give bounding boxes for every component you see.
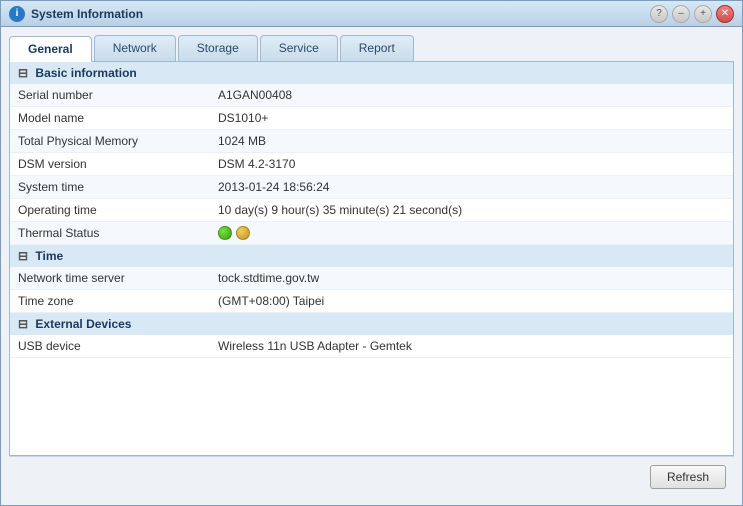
row-dsm-version: DSM version DSM 4.2-3170 xyxy=(10,153,733,176)
row-serial-number: Serial number A1GAN00408 xyxy=(10,84,733,107)
section-title-time: Time xyxy=(35,249,63,263)
value-serial-number: A1GAN00408 xyxy=(210,84,733,107)
label-model-name: Model name xyxy=(10,107,210,130)
value-usb-device: Wireless 11n USB Adapter - Gemtek xyxy=(210,335,733,358)
value-timezone: (GMT+08:00) Taipei xyxy=(210,290,733,313)
collapse-toggle-external[interactable]: ⊟ xyxy=(18,317,28,331)
thermal-indicator-green xyxy=(218,226,232,240)
help-button[interactable]: ? xyxy=(650,5,668,23)
tab-bar: General Network Storage Service Report xyxy=(9,35,734,61)
row-operating-time: Operating time 10 day(s) 9 hour(s) 35 mi… xyxy=(10,199,733,222)
row-model-name: Model name DS1010+ xyxy=(10,107,733,130)
maximize-button[interactable]: + xyxy=(694,5,712,23)
value-total-memory: 1024 MB xyxy=(210,130,733,153)
tab-report[interactable]: Report xyxy=(340,35,414,61)
tab-content-general: ⊟ Basic information Serial number A1GAN0… xyxy=(9,61,734,456)
tab-service[interactable]: Service xyxy=(260,35,338,61)
row-total-memory: Total Physical Memory 1024 MB xyxy=(10,130,733,153)
thermal-indicator-yellow xyxy=(236,226,250,240)
thermal-indicators xyxy=(218,226,725,240)
close-button[interactable]: ✕ xyxy=(716,5,734,23)
info-table: ⊟ Basic information Serial number A1GAN0… xyxy=(10,62,733,358)
label-usb-device: USB device xyxy=(10,335,210,358)
section-header-time: ⊟ Time xyxy=(10,245,733,268)
label-operating-time: Operating time xyxy=(10,199,210,222)
row-ntp-server: Network time server tock.stdtime.gov.tw xyxy=(10,267,733,290)
label-ntp-server: Network time server xyxy=(10,267,210,290)
window-icon: i xyxy=(9,6,25,22)
window-title: System Information xyxy=(31,7,650,21)
tab-network[interactable]: Network xyxy=(94,35,176,61)
label-system-time: System time xyxy=(10,176,210,199)
system-information-window: i System Information ? – + ✕ General Net… xyxy=(0,0,743,506)
label-dsm-version: DSM version xyxy=(10,153,210,176)
tab-storage[interactable]: Storage xyxy=(178,35,258,61)
label-total-memory: Total Physical Memory xyxy=(10,130,210,153)
row-timezone: Time zone (GMT+08:00) Taipei xyxy=(10,290,733,313)
value-dsm-version: DSM 4.2-3170 xyxy=(210,153,733,176)
value-thermal-status xyxy=(210,222,733,245)
value-model-name: DS1010+ xyxy=(210,107,733,130)
section-title-basic: Basic information xyxy=(35,66,136,80)
label-thermal-status: Thermal Status xyxy=(10,222,210,245)
refresh-button[interactable]: Refresh xyxy=(650,465,726,489)
section-title-external: External Devices xyxy=(35,317,131,331)
row-system-time: System time 2013-01-24 18:56:24 xyxy=(10,176,733,199)
row-thermal-status: Thermal Status xyxy=(10,222,733,245)
main-content: General Network Storage Service Report ⊟… xyxy=(1,27,742,505)
value-operating-time: 10 day(s) 9 hour(s) 35 minute(s) 21 seco… xyxy=(210,199,733,222)
info-table-area: ⊟ Basic information Serial number A1GAN0… xyxy=(10,62,733,455)
label-serial-number: Serial number xyxy=(10,84,210,107)
collapse-toggle-basic[interactable]: ⊟ xyxy=(18,66,28,80)
label-timezone: Time zone xyxy=(10,290,210,313)
section-header-basic: ⊟ Basic information xyxy=(10,62,733,84)
value-system-time: 2013-01-24 18:56:24 xyxy=(210,176,733,199)
value-ntp-server: tock.stdtime.gov.tw xyxy=(210,267,733,290)
row-usb-device: USB device Wireless 11n USB Adapter - Ge… xyxy=(10,335,733,358)
title-bar: i System Information ? – + ✕ xyxy=(1,1,742,27)
tab-general[interactable]: General xyxy=(9,36,92,62)
minimize-button[interactable]: – xyxy=(672,5,690,23)
footer: Refresh xyxy=(9,456,734,497)
section-header-external: ⊟ External Devices xyxy=(10,313,733,336)
collapse-toggle-time[interactable]: ⊟ xyxy=(18,249,28,263)
title-buttons: ? – + ✕ xyxy=(650,5,734,23)
